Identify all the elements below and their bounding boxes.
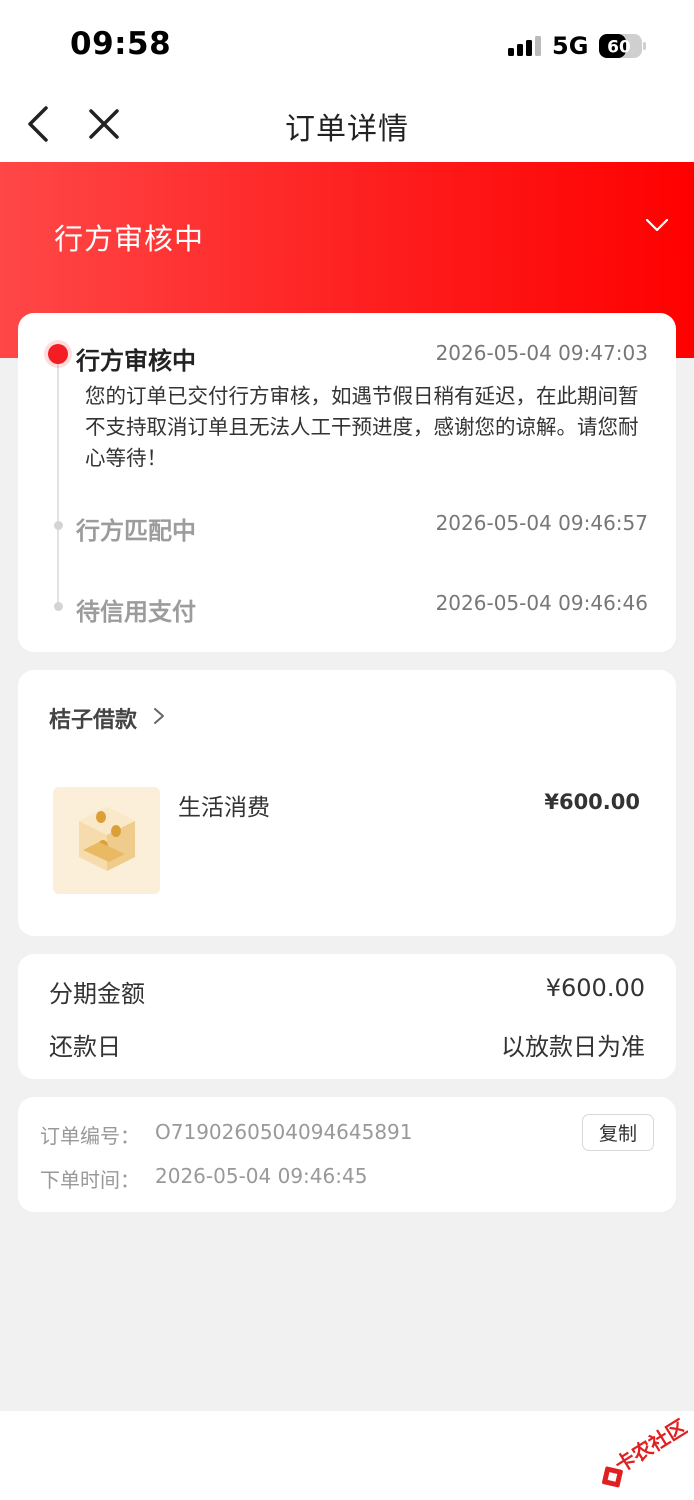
timeline-step-time: 2026-05-04 09:46:46 xyxy=(435,591,648,615)
navigation-bar: 订单详情 xyxy=(0,92,694,162)
status-time: 09:58 xyxy=(70,26,172,62)
battery-icon: 60 xyxy=(599,34,646,58)
order-time-value: 2026-05-04 09:46:45 xyxy=(155,1164,368,1188)
repayment-date-label: 还款日 xyxy=(49,1033,121,1061)
timeline-step-time: 2026-05-04 09:47:03 xyxy=(435,341,648,365)
timeline-step-title: 行方审核中 xyxy=(76,347,196,375)
order-number-label: 订单编号： xyxy=(40,1124,140,1148)
product-image xyxy=(53,787,160,894)
timeline-step-title: 待信用支付 xyxy=(76,598,196,626)
progress-timeline-card: 行方审核中 2026-05-04 09:47:03 您的订单已交付行方审核，如遇… xyxy=(18,313,676,652)
watermark-logo: 卡农社区 xyxy=(602,1415,688,1488)
timeline-active-dot xyxy=(48,344,68,364)
timeline-dot xyxy=(54,602,63,611)
repayment-date-value: 以放款日为准 xyxy=(501,1033,645,1061)
page-title: 订单详情 xyxy=(285,112,409,147)
order-info-card: 订单编号： O7190260504094645891 复制 下单时间： 2026… xyxy=(18,1097,676,1212)
timeline-step-title: 行方匹配中 xyxy=(76,517,196,545)
merchant-name[interactable]: 桔子借款 xyxy=(49,702,137,734)
timeline-step-time: 2026-05-04 09:46:57 xyxy=(435,511,648,535)
timeline-line xyxy=(57,353,59,603)
network-type: 5G xyxy=(552,32,589,60)
copy-order-number-button[interactable]: 复制 xyxy=(582,1114,654,1151)
chevron-right-icon[interactable] xyxy=(152,707,166,725)
chevron-down-icon[interactable] xyxy=(644,212,670,238)
installment-amount-label: 分期金额 xyxy=(49,980,145,1008)
product-price: ¥600.00 xyxy=(544,790,640,814)
product-name: 生活消费 xyxy=(178,795,270,821)
watermark-text: 卡农社区 xyxy=(611,1415,688,1478)
merchant-card: 桔子借款 生活消费 ¥600.00 xyxy=(18,670,676,936)
timeline-step-description: 您的订单已交付行方审核，如遇节假日稍有延迟，在此期间暂不支持取消订单且无法人工干… xyxy=(85,384,639,470)
installment-summary-card: 分期金额 ¥600.00 还款日 以放款日为准 xyxy=(18,954,676,1079)
battery-level: 60 xyxy=(607,38,631,58)
coin-box-icon xyxy=(53,787,160,894)
order-time-label: 下单时间： xyxy=(40,1168,140,1192)
cellular-signal-icon xyxy=(508,36,541,56)
order-status-heading: 行方审核中 xyxy=(54,222,205,256)
timeline-dot xyxy=(54,521,63,530)
installment-amount-value: ¥600.00 xyxy=(545,974,645,1002)
status-bar: 09:58 5G 60 xyxy=(0,0,694,92)
order-number-value: O7190260504094645891 xyxy=(155,1120,413,1144)
